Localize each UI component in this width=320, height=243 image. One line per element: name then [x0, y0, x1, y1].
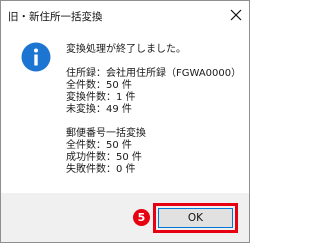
step-number-badge: 5 — [133, 209, 150, 226]
address-converted-count: 変換件数：1 件 — [66, 92, 136, 103]
address-total-count: 全件数：50 件 — [66, 80, 132, 91]
dialog-footer: 5 OK — [1, 193, 249, 242]
dialog-title: 旧・新住所一括変換 — [8, 11, 103, 23]
postal-failed-count: 失敗件数：0 件 — [66, 164, 136, 175]
message-text: 変換処理が終了しました。 住所録：会社用住所録（FGWA0000） 全件数：50… — [66, 44, 241, 176]
ok-button[interactable]: OK — [158, 208, 233, 228]
postal-total-count: 全件数：50 件 — [66, 140, 132, 151]
info-icon — [21, 42, 51, 72]
address-unconverted-count: 未変換：49 件 — [66, 104, 132, 115]
close-icon — [230, 9, 242, 21]
postal-section-title: 郵便番号一括変換 — [66, 128, 146, 139]
dialog-window: 旧・新住所一括変換 変換処理が終了しました。 住所録：会社用住所録（FGWA00… — [0, 0, 250, 243]
close-button[interactable] — [228, 7, 244, 23]
title-bar: 旧・新住所一括変換 — [1, 1, 249, 30]
dialog-content: 変換処理が終了しました。 住所録：会社用住所録（FGWA0000） 全件数：50… — [1, 30, 249, 193]
message-headline: 変換処理が終了しました。 — [66, 44, 186, 55]
address-book-line: 住所録：会社用住所録（FGWA0000） — [66, 68, 242, 79]
postal-success-count: 成功件数：50 件 — [66, 152, 142, 163]
